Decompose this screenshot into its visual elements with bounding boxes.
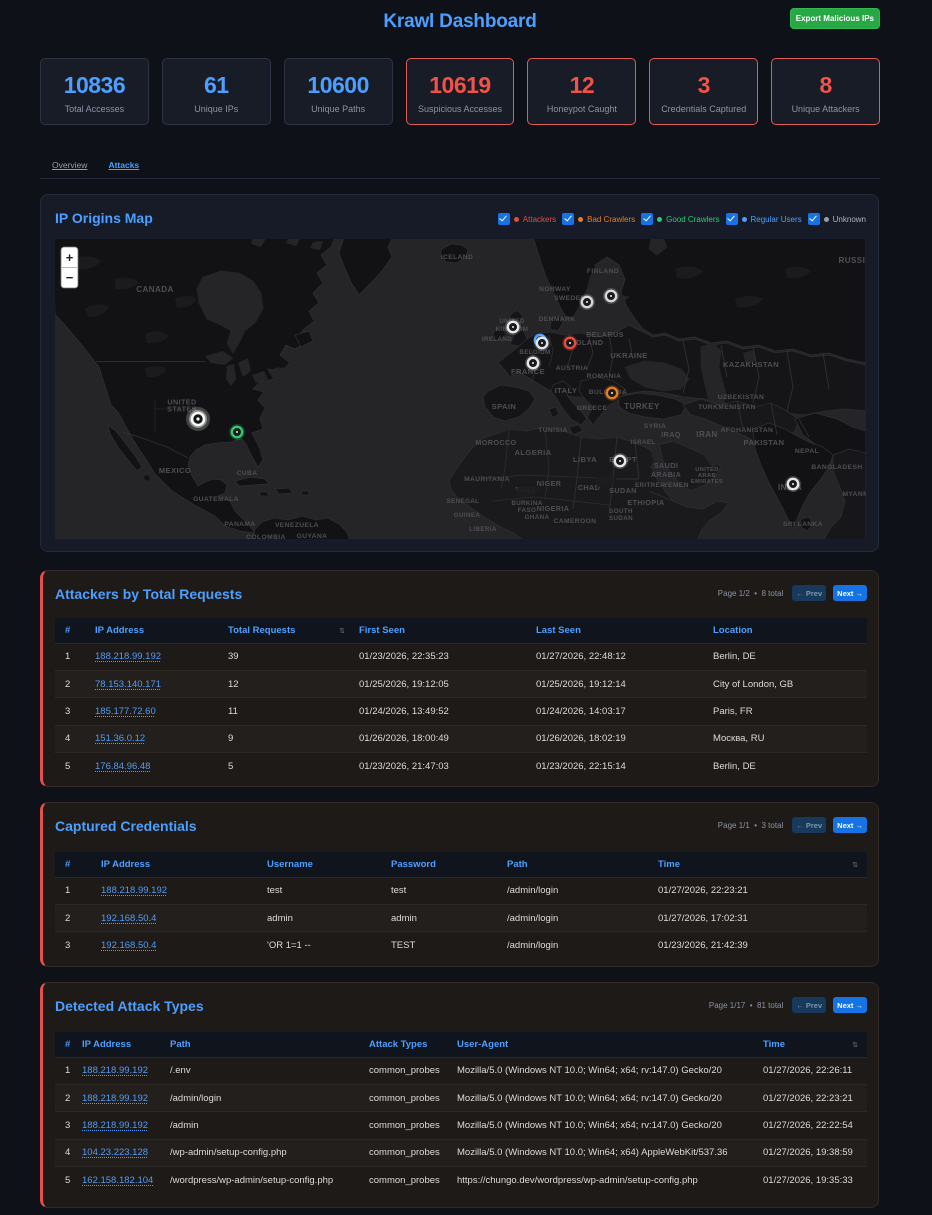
svg-text:SAUDI: SAUDI	[654, 461, 678, 470]
svg-text:−: −	[66, 270, 74, 285]
svg-text:LIBYA: LIBYA	[573, 455, 597, 464]
svg-text:NIGER: NIGER	[537, 479, 562, 488]
svg-text:KAZAKHSTAN: KAZAKHSTAN	[723, 360, 779, 369]
svg-text:UZBEKISTAN: UZBEKISTAN	[718, 394, 765, 401]
svg-text:GHANA: GHANA	[525, 514, 550, 521]
svg-text:AUSTRIA: AUSTRIA	[556, 365, 589, 372]
svg-text:MEXICO: MEXICO	[159, 466, 191, 475]
svg-text:ALGERIA: ALGERIA	[515, 448, 552, 457]
svg-text:NIGERIA: NIGERIA	[537, 504, 570, 513]
svg-text:BANGLADESH: BANGLADESH	[811, 464, 862, 471]
svg-text:GUINEA: GUINEA	[454, 512, 481, 519]
svg-text:AFGHANISTAN: AFGHANISTAN	[721, 427, 774, 434]
svg-text:CAMEROON: CAMEROON	[554, 518, 597, 525]
svg-text:ISRAEL: ISRAEL	[630, 439, 655, 446]
svg-text:PANAMA: PANAMA	[224, 521, 255, 528]
svg-text:ERITREA: ERITREA	[635, 482, 665, 489]
svg-text:TURKMENISTAN: TURKMENISTAN	[698, 404, 756, 411]
svg-text:VENEZUELA: VENEZUELA	[275, 522, 319, 529]
svg-text:SYRIA: SYRIA	[644, 423, 666, 430]
svg-text:MAURITANIA: MAURITANIA	[464, 476, 510, 483]
svg-text:MYANMAR: MYANMAR	[842, 491, 866, 498]
svg-text:RUSSIA: RUSSIA	[839, 256, 866, 265]
svg-text:EMIRATES: EMIRATES	[691, 479, 723, 485]
svg-text:NEPAL: NEPAL	[795, 448, 819, 455]
svg-text:TURKEY: TURKEY	[624, 402, 660, 411]
svg-text:SRI LANKA: SRI LANKA	[783, 521, 823, 528]
svg-text:ARABIA: ARABIA	[651, 470, 681, 479]
svg-text:GUATEMALA: GUATEMALA	[193, 496, 239, 503]
svg-text:ITALY: ITALY	[555, 386, 578, 395]
svg-text:SUDAN: SUDAN	[609, 486, 637, 495]
svg-text:+: +	[66, 250, 74, 265]
svg-text:GREECE: GREECE	[577, 405, 608, 412]
svg-text:FASO: FASO	[518, 507, 536, 514]
svg-text:ICELAND: ICELAND	[441, 254, 474, 261]
svg-text:SUDAN: SUDAN	[609, 515, 633, 522]
svg-text:SENEGAL: SENEGAL	[447, 498, 480, 505]
svg-text:YEMEN: YEMEN	[663, 482, 689, 489]
svg-text:ROMANIA: ROMANIA	[587, 373, 622, 380]
svg-text:IRAQ: IRAQ	[661, 430, 681, 439]
svg-text:COLOMBIA: COLOMBIA	[246, 534, 286, 539]
svg-text:SPAIN: SPAIN	[492, 402, 517, 411]
svg-text:DENMARK: DENMARK	[539, 316, 576, 323]
svg-text:GUYANA: GUYANA	[297, 533, 328, 539]
svg-text:CANADA: CANADA	[136, 285, 173, 294]
svg-text:FINLAND: FINLAND	[587, 268, 619, 275]
svg-text:CUBA: CUBA	[237, 470, 258, 477]
svg-text:BELGIUM: BELGIUM	[519, 349, 550, 356]
svg-text:PAKISTAN: PAKISTAN	[744, 438, 785, 447]
svg-text:NORWAY: NORWAY	[539, 286, 571, 293]
svg-text:LIBERIA: LIBERIA	[469, 526, 497, 533]
svg-text:TUNISIA: TUNISIA	[538, 427, 568, 434]
svg-text:BELARUS: BELARUS	[586, 330, 624, 339]
svg-text:UKRAINE: UKRAINE	[610, 351, 647, 360]
svg-text:ETHIOPIA: ETHIOPIA	[627, 498, 664, 507]
svg-text:IRELAND: IRELAND	[482, 336, 512, 343]
svg-text:IRAN: IRAN	[696, 430, 717, 439]
svg-text:SOUTH: SOUTH	[609, 508, 633, 515]
svg-text:MOROCCO: MOROCCO	[475, 438, 516, 447]
